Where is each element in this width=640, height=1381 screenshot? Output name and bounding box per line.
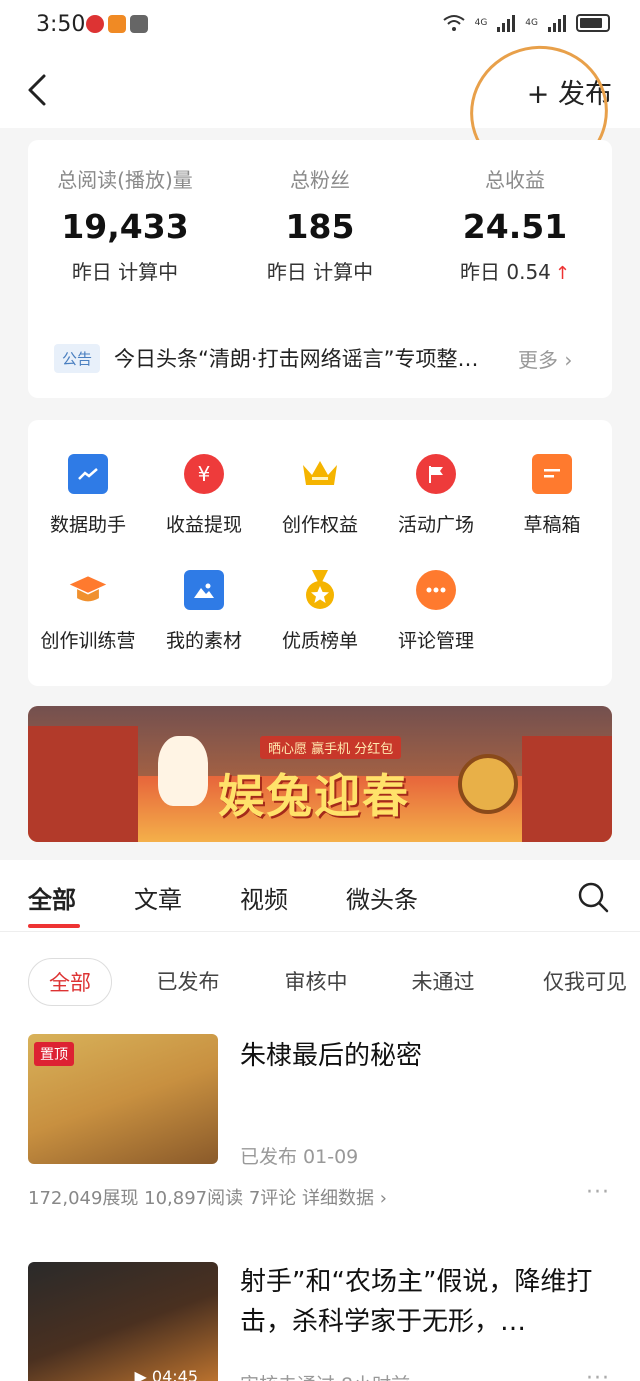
video-duration: ▶ 04:45	[134, 1367, 199, 1381]
more-options-icon[interactable]: ···	[586, 1366, 610, 1381]
nfc-icon	[130, 15, 148, 33]
signal-icon-2	[548, 14, 566, 32]
status-bar: 3:50 4G 4G	[0, 0, 640, 52]
tab-articles[interactable]: 文章	[134, 880, 182, 915]
tool-income-withdraw[interactable]: ¥ 收益提现	[146, 454, 262, 537]
stat-total-fans[interactable]: 总粉丝 185 昨日 计算中	[223, 164, 417, 285]
tool-quality-ranking[interactable]: 优质榜单	[262, 570, 378, 653]
tool-label: 草稿箱	[523, 514, 581, 536]
article-thumbnail[interactable]: ▶ 04:45	[28, 1262, 218, 1381]
stat-label: 总粉丝	[290, 168, 350, 192]
banner-building-left	[28, 726, 138, 842]
stat-total-income[interactable]: 总收益 24.51 昨日 0.54 ↑	[418, 164, 612, 285]
tool-drafts[interactable]: 草稿箱	[494, 454, 610, 537]
tool-label: 我的素材	[165, 630, 242, 652]
status-app-icons	[86, 15, 148, 33]
pinned-badge: 置顶	[34, 1042, 74, 1066]
notice-more-link[interactable]: 更多 ›	[518, 344, 572, 373]
stat-sub: 昨日 0.54 ↑	[418, 256, 612, 285]
stat-sub: 昨日 计算中	[71, 260, 179, 284]
draft-icon	[532, 454, 572, 494]
article-title[interactable]: 射手”和“农场主”假说，降维打击，杀科学家于无形，…	[240, 1262, 615, 1342]
article-item[interactable]: 置顶 朱棣最后的秘密 已发布 01-09 172,049展现 10,897阅读 …	[0, 1034, 640, 1224]
filter-reviewing[interactable]: 审核中	[274, 958, 358, 1006]
status-filters: 全部 已发布 审核中 未通过 仅我可见	[0, 958, 640, 1008]
banner-title: 娱兔迎春	[218, 769, 410, 823]
tool-label: 评论管理	[397, 630, 474, 652]
active-tab-indicator	[28, 924, 80, 928]
wifi-icon	[442, 15, 465, 31]
article-thumbnail[interactable]: 置顶	[28, 1034, 218, 1164]
notice-text: 今日头条“清朗·打击网络谣言”专项整…	[114, 347, 479, 371]
stat-total-reads[interactable]: 总阅读(播放)量 19,433 昨日 计算中	[28, 164, 222, 285]
tab-all[interactable]: 全部	[28, 880, 76, 915]
trend-up-icon: ↑	[554, 263, 570, 284]
signal-icon	[497, 14, 516, 32]
battery-icon	[576, 14, 610, 32]
stat-label: 总阅读(播放)量	[57, 168, 193, 192]
tool-label: 优质榜单	[281, 630, 358, 652]
network-label-1: 4G	[474, 18, 488, 28]
status-indicators: 4G 4G	[442, 14, 610, 32]
tools-card: 数据助手 ¥ 收益提现 创作权益 活动广场 草稿箱 创作训练营 我的素材 优质榜…	[28, 420, 612, 686]
stat-sub-text: 昨日 0.54	[460, 260, 551, 284]
notice-bar[interactable]: 公告 今日头条“清朗·打击网络谣言”专项整… 更多 ›	[54, 340, 594, 376]
chart-icon	[68, 454, 108, 494]
notice-tag: 公告	[54, 343, 101, 373]
tool-creator-rights[interactable]: 创作权益	[262, 454, 378, 537]
stat-sub: 昨日 计算中	[266, 260, 374, 284]
stat-value: 24.51	[462, 207, 568, 246]
tab-micro-posts[interactable]: 微头条	[346, 880, 418, 915]
tool-label: 创作训练营	[40, 630, 136, 652]
filter-rejected[interactable]: 未通过	[400, 958, 486, 1006]
video-app-icon	[108, 15, 126, 33]
network-label-2: 4G	[525, 18, 538, 28]
tool-label: 创作权益	[281, 514, 358, 536]
tab-videos[interactable]: 视频	[240, 880, 288, 915]
tool-data-assistant[interactable]: 数据助手	[30, 454, 146, 537]
tool-training-camp[interactable]: 创作训练营	[30, 570, 146, 653]
content-tabs: 全部 文章 视频 微头条	[0, 860, 640, 932]
tool-label: 收益提现	[165, 514, 242, 536]
stats-card: 总阅读(播放)量 19,433 昨日 计算中 总粉丝 185 昨日 计算中 总收…	[28, 140, 612, 398]
graduation-cap-icon	[68, 570, 108, 610]
tool-comment-management[interactable]: 评论管理	[378, 570, 494, 653]
article-stats[interactable]: 172,049展现 10,897阅读 7评论 详细数据 ›	[28, 1184, 387, 1210]
filter-all[interactable]: 全部	[28, 958, 112, 1006]
flag-icon	[416, 454, 456, 494]
tool-activity-plaza[interactable]: 活动广场	[378, 454, 494, 537]
image-icon	[184, 570, 224, 610]
banner-subtitle: 晒心愿 赢手机 分红包	[260, 736, 402, 759]
tool-label: 数据助手	[49, 514, 126, 536]
yuan-icon: ¥	[184, 454, 224, 494]
article-meta: 已发布 01-09	[240, 1146, 359, 1168]
filter-published[interactable]: 已发布	[146, 958, 230, 1006]
article-meta: 审核未通过 8小时前	[240, 1370, 410, 1381]
banner-building-right	[522, 736, 612, 842]
promo-banner[interactable]: 晒心愿 赢手机 分红包 娱兔迎春	[28, 706, 612, 842]
comment-icon	[416, 570, 456, 610]
stat-value: 19,433	[61, 207, 189, 246]
article-title[interactable]: 朱棣最后的秘密	[240, 1036, 615, 1076]
app-notification-icon	[86, 15, 104, 33]
tool-my-materials[interactable]: 我的素材	[146, 570, 262, 653]
stat-value: 185	[285, 207, 355, 246]
back-arrow-icon[interactable]	[24, 72, 54, 108]
film-reel-icon	[458, 754, 518, 814]
crown-icon	[300, 454, 340, 494]
search-icon[interactable]	[576, 880, 610, 914]
filter-private[interactable]: 仅我可见	[530, 958, 640, 1006]
status-time: 3:50	[36, 12, 86, 37]
article-item[interactable]: ▶ 04:45 射手”和“农场主”假说，降维打击，杀科学家于无形，… 审核未通过…	[0, 1262, 640, 1381]
rabbit-mascot	[158, 736, 208, 806]
stat-label: 总收益	[485, 168, 545, 192]
more-options-icon[interactable]: ···	[586, 1180, 610, 1205]
medal-icon	[300, 570, 340, 610]
tool-label: 活动广场	[397, 514, 474, 536]
